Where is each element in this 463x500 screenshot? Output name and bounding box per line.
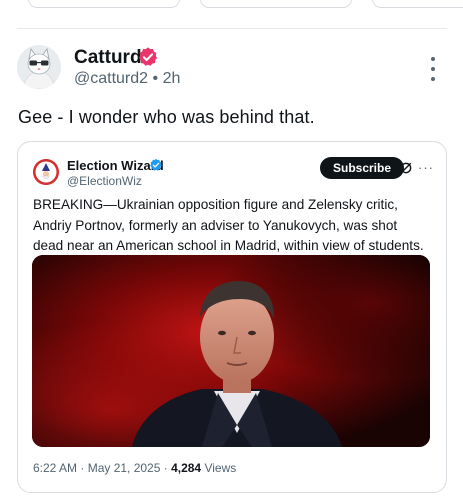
verified-badge-icon <box>138 47 158 66</box>
views-count: 4,284 <box>171 461 202 475</box>
partial-chip[interactable] <box>200 0 352 8</box>
author-name[interactable]: Catturd <box>74 47 142 69</box>
quoted-author-handle[interactable]: @ElectionWiz <box>67 174 142 188</box>
divider <box>17 28 447 29</box>
partial-chip[interactable] <box>28 0 180 8</box>
post-text: Gee - I wonder who was behind that. <box>18 107 315 127</box>
news-photo[interactable] <box>32 255 430 447</box>
more-horizontal-icon[interactable]: ··· <box>418 160 434 175</box>
quoted-post-meta: 6:22 AM · May 21, 2025 · 4,284 Views <box>33 461 236 475</box>
author-handle[interactable]: @catturd2 <box>74 70 148 87</box>
handle-line: @catturd2 • 2h <box>74 70 180 88</box>
avatar[interactable] <box>17 45 61 89</box>
grok-icon[interactable] <box>399 161 413 175</box>
views-label: Views <box>201 461 237 475</box>
post-time[interactable]: 2h <box>163 70 181 87</box>
separator-dot: • <box>152 70 159 87</box>
quoted-post-text: BREAKING—Ukrainian opposition figure and… <box>33 197 424 253</box>
verified-badge-icon <box>150 158 162 171</box>
subscribe-button[interactable]: Subscribe <box>320 157 405 179</box>
more-vertical-icon[interactable] <box>427 57 439 81</box>
partial-chip[interactable] <box>372 0 463 8</box>
quoted-timestamp[interactable]: 6:22 AM · May 21, 2025 · <box>33 461 171 475</box>
quoted-avatar[interactable] <box>33 159 59 185</box>
quoted-post-card[interactable]: Election Wizard @ElectionWiz Subscribe ·… <box>17 141 447 493</box>
